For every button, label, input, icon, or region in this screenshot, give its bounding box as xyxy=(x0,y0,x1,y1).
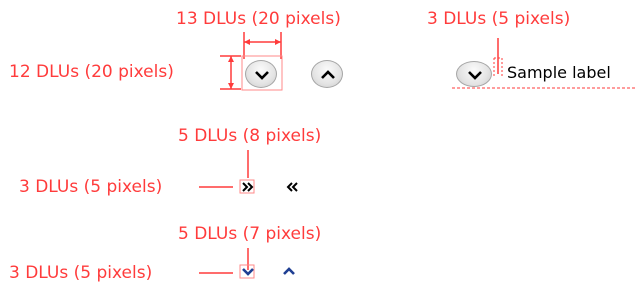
chevron-down-button[interactable] xyxy=(245,60,277,88)
double-chevron-left-icon[interactable] xyxy=(286,181,300,193)
sample-chevron-button[interactable] xyxy=(456,61,492,87)
arrow-up-icon[interactable] xyxy=(282,266,296,277)
width-annotation-large: 13 DLUs (20 pixels) xyxy=(176,9,341,29)
spacing-annotation-chevron-small: 3 DLUs (5 pixels) xyxy=(19,177,163,197)
chevron-down-icon xyxy=(468,71,482,80)
spacing-annotation-label: 3 DLUs (5 pixels) xyxy=(427,9,571,29)
chevron-up-button[interactable] xyxy=(311,60,343,88)
sample-label: Sample label xyxy=(507,63,611,82)
width-annotation-chevron-small: 5 DLUs (8 pixels) xyxy=(178,126,322,146)
arrow-down-icon[interactable] xyxy=(241,266,255,277)
spacing-annotation-arrow-small: 3 DLUs (5 pixels) xyxy=(9,263,153,283)
height-annotation-large: 12 DLUs (20 pixels) xyxy=(9,62,174,82)
width-annotation-arrow-small: 5 DLUs (7 pixels) xyxy=(178,224,322,244)
double-chevron-right-icon[interactable] xyxy=(241,181,255,193)
chevron-up-icon xyxy=(321,70,335,79)
chevron-down-icon xyxy=(255,71,269,80)
